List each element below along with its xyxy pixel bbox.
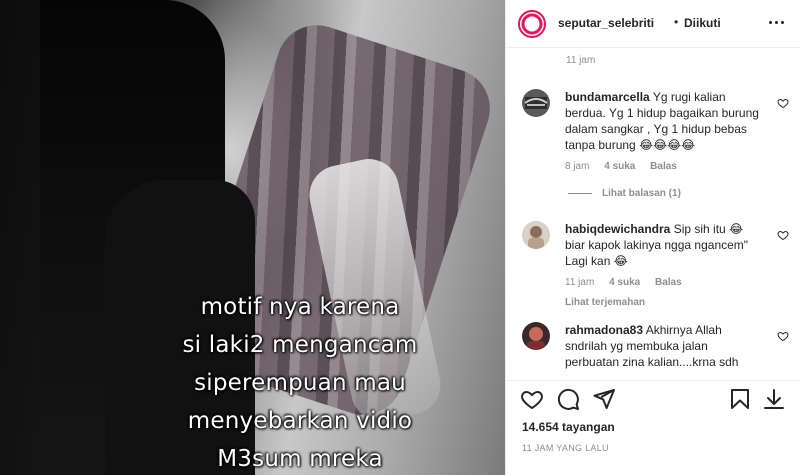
like-comment-heart-icon[interactable] (777, 229, 789, 241)
caption-line: menyebarkan vidio (187, 408, 413, 434)
account-avatar[interactable] (518, 10, 546, 38)
comment-likes[interactable]: 4 suka (609, 277, 640, 288)
reply-button[interactable]: Balas (650, 161, 677, 172)
comment-body: habiqdewichandra Sip sih itu 😂 biar kapo… (565, 221, 765, 311)
view-replies-label: Lihat balasan (1) (602, 188, 681, 199)
reply-button[interactable]: Balas (655, 277, 682, 288)
comment-time[interactable]: 11 jam (565, 277, 594, 288)
video-caption: motif nya karena si laki2 mengancam sipe… (150, 288, 450, 475)
comment-body: bundamarcella Yg rugi kalian berdua. Yg … (565, 89, 765, 175)
comment-icon[interactable] (556, 387, 580, 411)
replies-line (568, 192, 592, 194)
share-icon[interactable] (592, 387, 616, 411)
commenter-avatar[interactable] (522, 322, 550, 350)
comment-body: rahmadona83 Akhirnya Allah sndrilah yg m… (565, 322, 765, 370)
instagram-post-window: motif nya karena si laki2 mengancam sipe… (0, 0, 800, 475)
caption-timestamp: 11 jam (566, 55, 596, 66)
post-sidebar: seputar_selebriti • Diikuti 11 jam bunda… (505, 0, 800, 475)
video-player[interactable]: motif nya karena si laki2 mengancam sipe… (0, 0, 505, 475)
comment-meta: 11 jam 4 suka Balas (565, 275, 765, 291)
comment-username[interactable]: rahmadona83 (565, 323, 643, 337)
view-count[interactable]: 14.654 tayangan (522, 420, 615, 434)
commenter-avatar[interactable] (522, 221, 550, 249)
caption-line: motif nya karena (200, 294, 400, 320)
comment-time[interactable]: 8 jam (565, 161, 589, 172)
comments-list[interactable]: 11 jam bundamarcella Yg rugi kalian berd… (506, 49, 800, 379)
caption-line: M3sum mreka (217, 446, 383, 472)
like-comment-heart-icon[interactable] (777, 330, 789, 342)
comment-username[interactable]: bundamarcella (565, 90, 650, 104)
caption-line: si laki2 mengancam (182, 332, 418, 358)
commenter-avatar[interactable] (522, 89, 550, 117)
save-icon[interactable] (728, 387, 752, 411)
post-time-ago: 11 JAM YANG LALU (522, 443, 609, 453)
like-comment-heart-icon[interactable] (777, 97, 789, 109)
comment-meta: 8 jam 4 suka Balas (565, 159, 765, 175)
more-horizontal-icon[interactable] (764, 10, 788, 34)
post-header: seputar_selebriti • Diikuti (506, 0, 800, 48)
view-replies-button[interactable]: Lihat balasan (1) (568, 188, 681, 199)
heart-icon[interactable] (520, 387, 544, 411)
header-separator: • (674, 15, 679, 29)
comment-likes[interactable]: 4 suka (604, 161, 635, 172)
caption-line: siperempuan mau (194, 370, 406, 396)
account-username[interactable]: seputar_selebriti (558, 16, 654, 30)
following-button[interactable]: Diikuti (684, 16, 721, 30)
comment-username[interactable]: habiqdewichandra (565, 222, 670, 236)
download-icon[interactable] (762, 387, 786, 411)
see-translation-button[interactable]: Lihat terjemahan (565, 295, 765, 311)
post-action-bar (506, 380, 800, 416)
